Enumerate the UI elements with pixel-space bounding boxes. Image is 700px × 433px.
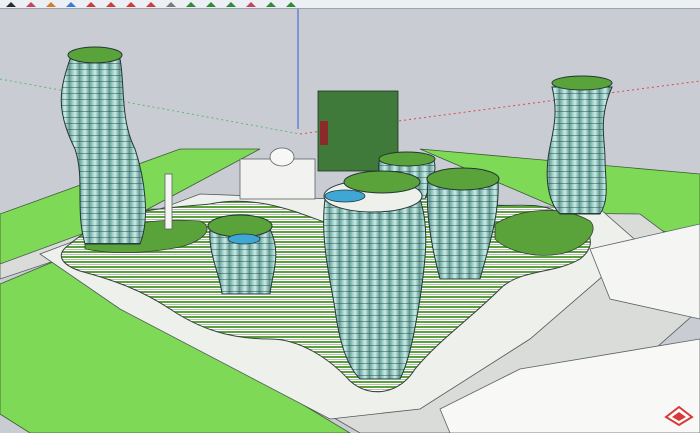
model-viewport[interactable]: [0, 9, 700, 433]
tower-back-small-roof: [378, 151, 436, 167]
offset-icon: [146, 1, 156, 7]
next-view-button[interactable]: [284, 0, 298, 8]
rotate-icon: [106, 1, 116, 7]
tower-left-roof-garden: [67, 46, 123, 64]
push-pull-button[interactable]: [64, 0, 78, 8]
tower-right-tall: [546, 86, 613, 215]
domed-building-dome: [269, 147, 295, 167]
eraser-icon: [26, 1, 36, 7]
pan-icon: [206, 1, 216, 7]
previous-view-button[interactable]: [264, 0, 278, 8]
vertical-garden-window: [320, 121, 328, 145]
tower-front-left-pool: [227, 233, 261, 245]
sketchup-window: [0, 0, 700, 433]
tower-center-right-roof: [426, 167, 500, 191]
tower-center-roof-garden: [343, 170, 421, 194]
white-mast: [164, 173, 173, 230]
offset-button[interactable]: [144, 0, 158, 8]
eraser-button[interactable]: [24, 0, 38, 8]
tower-right-roof-garden: [551, 75, 613, 91]
push-pull-icon: [66, 1, 76, 7]
app-logo-icon: [664, 405, 694, 427]
next-view-icon: [286, 1, 296, 7]
tower-center-pool: [324, 189, 366, 203]
tape-measure-icon: [166, 1, 176, 7]
zoom-icon: [226, 1, 236, 7]
move-button[interactable]: [84, 0, 98, 8]
scale-button[interactable]: [124, 0, 138, 8]
select-arrow-icon: [6, 1, 16, 7]
rotate-button[interactable]: [104, 0, 118, 8]
pan-button[interactable]: [204, 0, 218, 8]
previous-view-icon: [266, 1, 276, 7]
zoom-extents-icon: [246, 1, 256, 7]
orbit-icon: [186, 1, 196, 7]
toolbar: [0, 0, 700, 9]
paint-bucket-button[interactable]: [44, 0, 58, 8]
zoom-button[interactable]: [224, 0, 238, 8]
tape-measure-button[interactable]: [164, 0, 178, 8]
paint-bucket-icon: [46, 1, 56, 7]
scale-icon: [126, 1, 136, 7]
orbit-button[interactable]: [184, 0, 198, 8]
zoom-extents-button[interactable]: [244, 0, 258, 8]
scene-canvas[interactable]: [0, 9, 700, 433]
select-arrow-button[interactable]: [4, 0, 18, 8]
move-icon: [86, 1, 96, 7]
tower-front-left-roof: [207, 214, 273, 238]
